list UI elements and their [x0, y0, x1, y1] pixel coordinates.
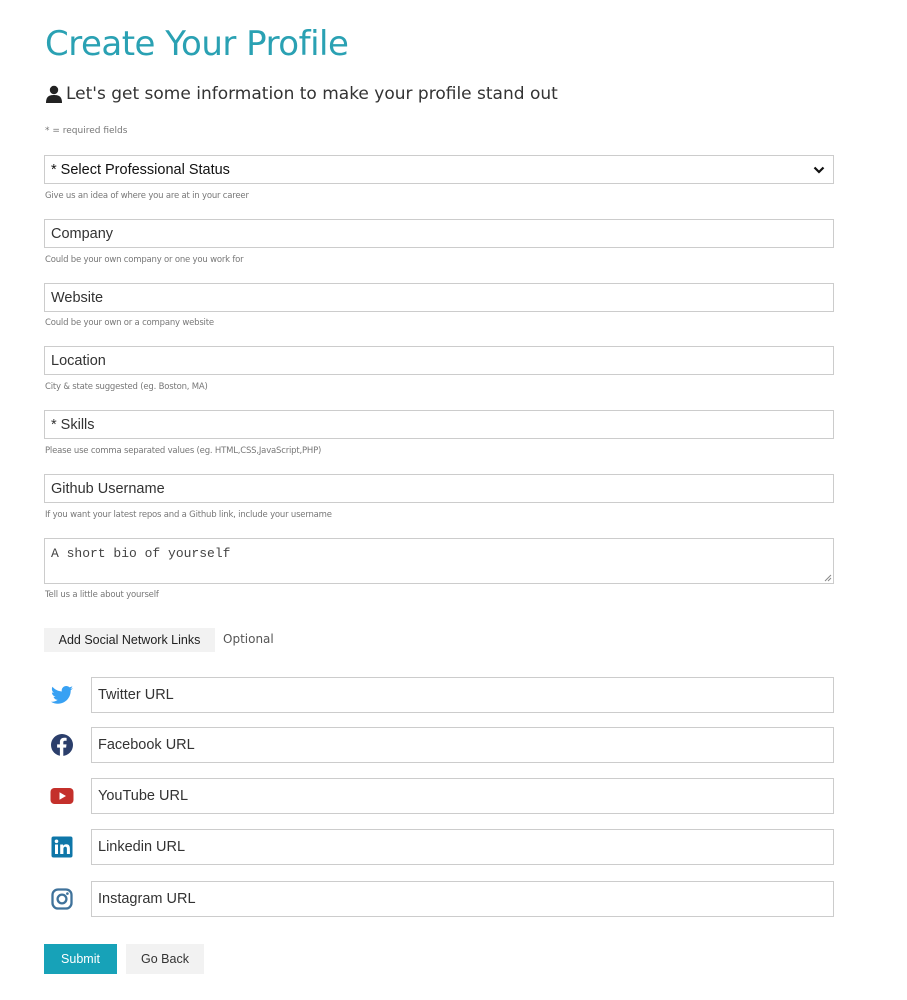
location-input[interactable]: Location: [44, 346, 834, 375]
lead-text: Let's get some information to make your …: [45, 84, 558, 104]
bio-placeholder: A short bio of yourself: [51, 546, 231, 561]
twitter-row: Twitter URL: [44, 677, 834, 713]
twitter-url-input[interactable]: Twitter URL: [91, 677, 834, 713]
instagram-url-placeholder: Instagram URL: [98, 891, 196, 907]
linkedin-url-input[interactable]: Linkedin URL: [91, 829, 834, 865]
skills-placeholder: * Skills: [51, 416, 95, 433]
youtube-url-placeholder: YouTube URL: [98, 788, 189, 804]
website-placeholder: Website: [51, 289, 104, 306]
instagram-icon: [51, 888, 73, 910]
website-help: Could be your own or a company website: [45, 318, 214, 328]
submit-button[interactable]: Submit: [44, 944, 117, 974]
linkedin-row: Linkedin URL: [44, 829, 834, 865]
youtube-row: YouTube URL: [44, 778, 834, 814]
youtube-icon: [50, 788, 74, 804]
facebook-url-input[interactable]: Facebook URL: [91, 727, 834, 763]
resize-handle-icon[interactable]: [823, 573, 832, 582]
github-help: If you want your latest repos and a Gith…: [45, 510, 332, 520]
location-help: City & state suggested (eg. Boston, MA): [45, 382, 208, 392]
go-back-button[interactable]: Go Back: [126, 944, 204, 974]
professional-status-select[interactable]: * Select Professional Status: [44, 155, 834, 184]
chevron-down-icon: [813, 166, 825, 174]
github-input[interactable]: Github Username: [44, 474, 834, 503]
linkedin-icon: [51, 836, 73, 858]
youtube-url-input[interactable]: YouTube URL: [91, 778, 834, 814]
bio-help: Tell us a little about yourself: [45, 590, 159, 600]
professional-status-value: * Select Professional Status: [51, 161, 230, 178]
status-help: Give us an idea of where you are at in y…: [45, 191, 249, 201]
add-social-links-button[interactable]: Add Social Network Links: [44, 628, 215, 652]
facebook-url-placeholder: Facebook URL: [98, 737, 195, 753]
page-title: Create Your Profile: [45, 24, 349, 64]
skills-input[interactable]: * Skills: [44, 410, 834, 439]
website-input[interactable]: Website: [44, 283, 834, 312]
instagram-url-input[interactable]: Instagram URL: [91, 881, 834, 917]
company-placeholder: Company: [51, 225, 114, 242]
skills-help: Please use comma separated values (eg. H…: [45, 446, 322, 456]
instagram-row: Instagram URL: [44, 881, 834, 917]
company-input[interactable]: Company: [44, 219, 834, 248]
required-note: * = required fields: [45, 126, 128, 136]
facebook-icon: [51, 734, 73, 756]
company-help: Could be your own company or one you wor…: [45, 255, 244, 265]
linkedin-url-placeholder: Linkedin URL: [98, 839, 186, 855]
twitter-url-placeholder: Twitter URL: [98, 687, 174, 703]
optional-label: Optional: [223, 632, 274, 646]
github-placeholder: Github Username: [51, 480, 165, 497]
location-placeholder: Location: [51, 352, 106, 369]
bio-textarea[interactable]: A short bio of yourself: [44, 538, 834, 584]
user-icon: [46, 85, 62, 103]
lead-label: Let's get some information to make your …: [66, 84, 558, 104]
facebook-row: Facebook URL: [44, 727, 834, 763]
twitter-icon: [51, 686, 73, 704]
